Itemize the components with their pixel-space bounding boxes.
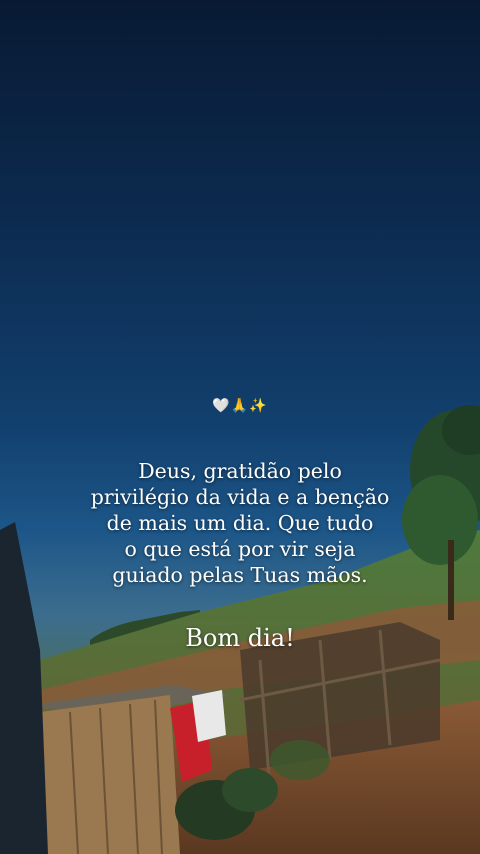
photo-background: 🤍🙏✨ Deus, gratidão pelo privilégio da vi… [0,0,480,854]
emoji-decoration: 🤍🙏✨ [212,398,268,414]
white-cloth [192,690,226,742]
quote-line: guiado pelas Tuas mãos. [112,563,368,587]
quote-line: de mais um dia. Que tudo [106,511,374,535]
landscape-illustration [0,405,480,854]
quote-text: Deus, gratidão pelo privilégio da vida e… [60,458,420,588]
left-dark-post [0,522,48,854]
greeting-text: Bom dia! [185,624,295,652]
quote-line: Deus, gratidão pelo [138,459,342,483]
quote-line: o que está por vir seja [124,537,356,561]
quote-line: privilégio da vida e a benção [90,485,390,509]
